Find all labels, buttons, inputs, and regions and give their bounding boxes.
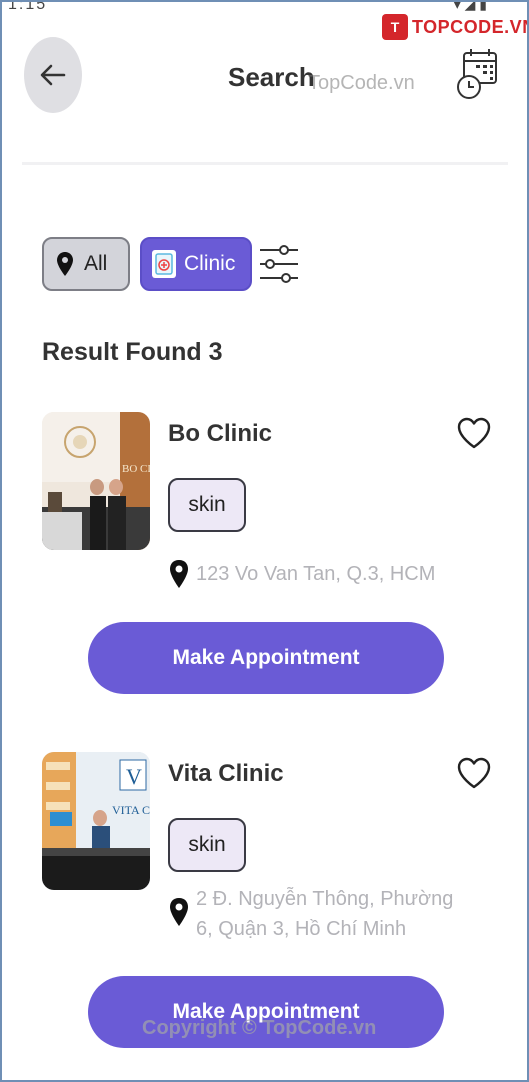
favorite-button[interactable] [454,754,494,794]
result-count-title: Result Found 3 [42,338,223,366]
location-pin-icon [57,252,73,276]
clinic-icon [152,250,176,278]
category-tag: skin [168,478,246,532]
category-tag: skin [168,818,246,872]
heart-icon [457,757,491,788]
filter-chip-label: All [84,252,108,275]
watermark-logo-mark: T [382,14,408,40]
filter-chip-all[interactable]: All [42,237,130,291]
make-appointment-button[interactable]: Make Appointment [88,622,444,694]
calendar-clock-icon [457,49,497,99]
calendar-button[interactable] [454,47,500,103]
clinic-address-line: 2 Đ. Nguyễn Thông, Phường [196,888,454,910]
location-pin-icon [170,560,188,588]
clinic-address: 123 Vo Van Tan, Q.3, HCM [196,563,436,585]
watermark-text: TopCode.vn [308,72,415,94]
app-screen: 1:15 ▾ ◢ ▮ T TOPCODE.VN Search TopCode.v… [0,0,529,1082]
sliders-icon [260,245,298,283]
filter-chip-clinic[interactable]: Clinic [140,237,252,291]
header-divider [22,162,508,165]
clinic-image-sign: V [126,764,142,789]
watermark-copyright: Copyright © TopCode.vn [142,1017,377,1039]
page-title: Search [228,62,315,92]
clinic-image-sign-text: VITA CL [112,803,150,817]
clinic-image-sign: BO CL [122,463,150,475]
back-button[interactable] [24,37,82,113]
status-time: 1:15 [8,0,48,13]
filter-settings-button[interactable] [258,242,300,286]
filter-chip-label: Clinic [184,252,236,275]
favorite-button[interactable] [454,414,494,454]
clinic-name[interactable]: Vita Clinic [168,760,284,788]
clinic-image[interactable]: BO CL [42,412,150,550]
watermark-logo-text: TOPCODE.VN [412,16,529,37]
arrow-left-icon [40,64,66,86]
clinic-address: 2 Đ. Nguyễn Thông, Phường 6, Quận 3, Hồ … [196,884,453,944]
status-icons: ▾ ◢ ▮ [453,0,487,12]
location-pin-icon [170,898,188,926]
heart-icon [457,417,491,448]
watermark-logo: T TOPCODE.VN [382,14,529,40]
clinic-name[interactable]: Bo Clinic [168,420,272,448]
clinic-image[interactable]: V VITA CL [42,752,150,890]
clinic-address-line: 6, Quận 3, Hồ Chí Minh [196,918,407,940]
